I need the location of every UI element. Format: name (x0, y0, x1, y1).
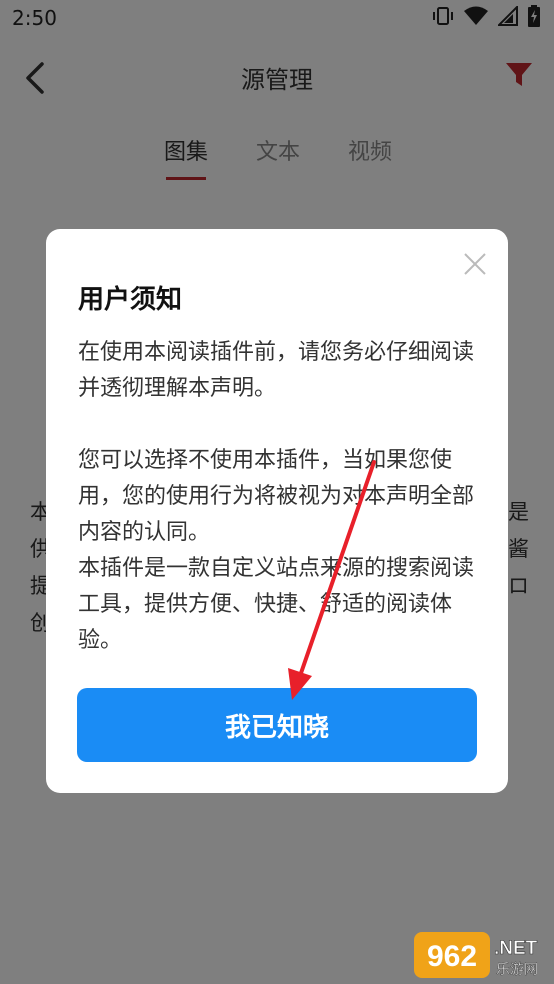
dialog-title: 用户须知 (78, 285, 183, 315)
dialog-body: 在使用本阅读插件前，请您务必仔细阅读并透彻理解本声明。 您可以选择不使用本插件，… (78, 335, 484, 659)
watermark-subtitle: 乐游网 (496, 962, 538, 978)
dialog-paragraph: 在使用本阅读插件前，请您务必仔细阅读并透彻理解本声明。 (78, 340, 475, 401)
watermark-suffix: .NET (494, 938, 538, 959)
dialog-paragraph: 您可以选择不使用本插件，当如果您使用，您的使用行为将被视为对本声明全部内容的认同… (78, 448, 475, 545)
confirm-button[interactable]: 我已知晓 (77, 688, 477, 762)
watermark-number: 962 (427, 940, 477, 973)
site-watermark-logo: 962 .NET 乐游网 (414, 930, 550, 980)
screen: 2:50 (0, 0, 554, 984)
close-icon[interactable] (462, 251, 488, 277)
dialog-paragraph: 本插件是一款自定义站点来源的搜索阅读工具，提供方便、快捷、舒适的阅读体验。 (78, 556, 475, 653)
user-notice-dialog: 用户须知 在使用本阅读插件前，请您务必仔细阅读并透彻理解本声明。 您可以选择不使… (46, 229, 508, 793)
